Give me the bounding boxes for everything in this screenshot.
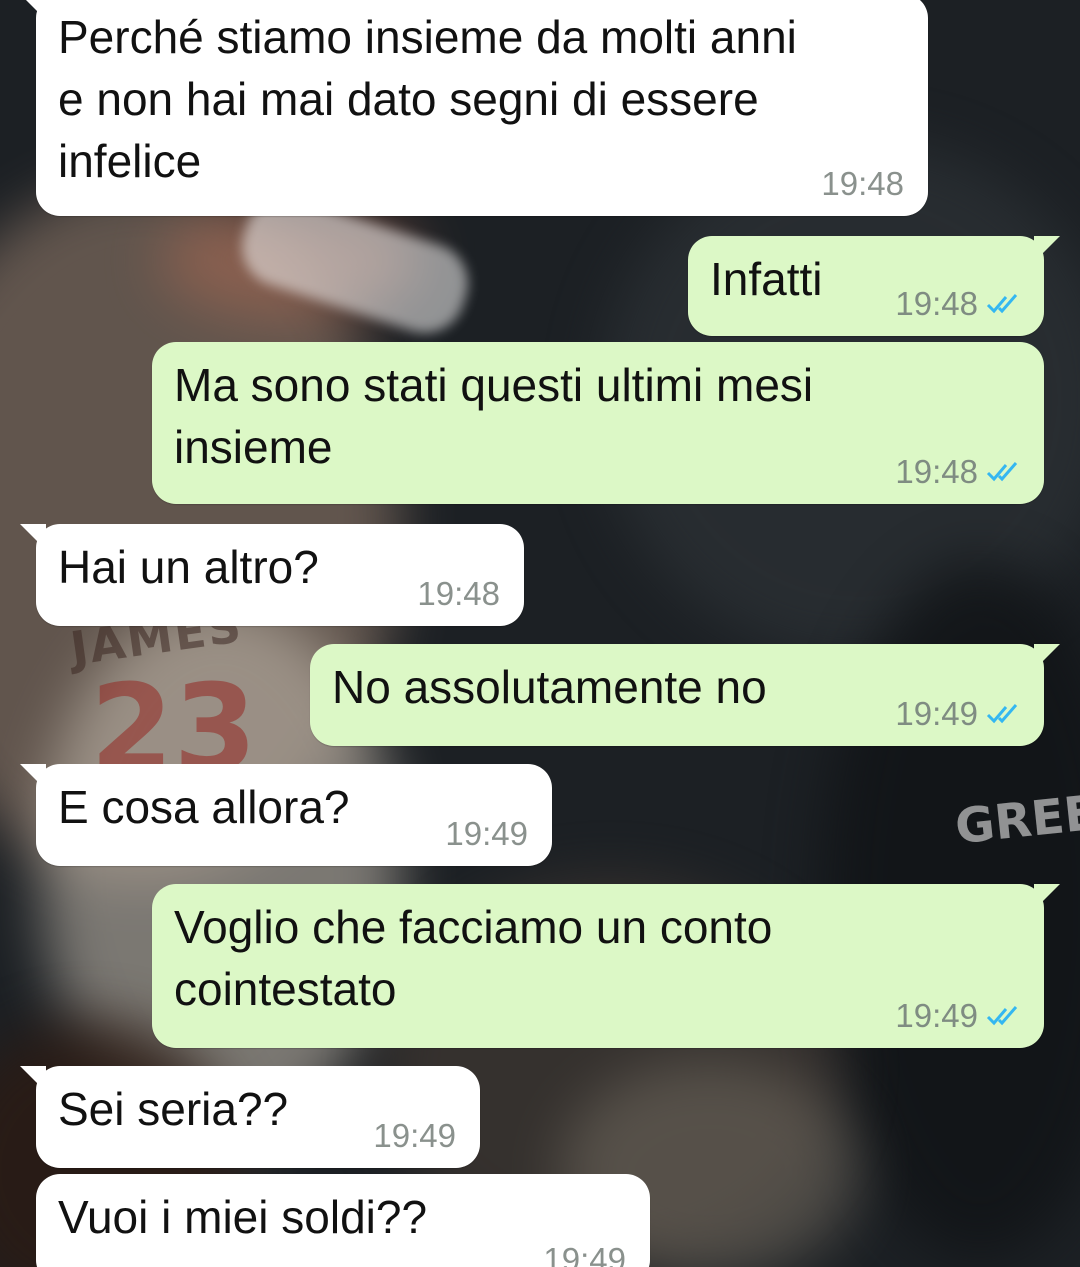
- message-time: 19:48: [895, 285, 978, 322]
- message-outgoing[interactable]: Infatti 19:48: [688, 236, 1060, 336]
- message-text: Vuoi i miei soldi??: [58, 1191, 428, 1243]
- message-text: Perché stiamo insieme da molti anni e no…: [58, 11, 797, 187]
- message-time: 19:48: [417, 575, 500, 612]
- message-incoming[interactable]: Perché stiamo insieme da molti anni e no…: [20, 0, 928, 216]
- message-incoming[interactable]: E cosa allora? 19:49: [20, 764, 552, 866]
- message-time: 19:49: [445, 815, 528, 852]
- message-time: 19:49: [373, 1117, 456, 1154]
- message-incoming[interactable]: Sei seria?? 19:49: [20, 1066, 480, 1168]
- message-meta: 19:48: [895, 286, 1020, 322]
- message-incoming[interactable]: Vuoi i miei soldi?? 19:49: [36, 1174, 650, 1267]
- message-outgoing[interactable]: Voglio che facciamo un conto cointestato…: [152, 884, 1060, 1048]
- message-time: 19:48: [895, 453, 978, 490]
- double-check-read-icon: [986, 294, 1018, 314]
- message-time: 19:49: [895, 695, 978, 732]
- message-meta: 19:49: [895, 998, 1020, 1034]
- message-meta: 19:49: [373, 1118, 456, 1154]
- message-meta: 19:48: [821, 166, 904, 202]
- message-meta: 19:48: [895, 454, 1020, 490]
- double-check-read-icon: [986, 462, 1018, 482]
- double-check-read-icon: [986, 1006, 1018, 1026]
- message-list[interactable]: Perché stiamo insieme da molti anni e no…: [0, 0, 1080, 1267]
- message-time: 19:49: [543, 1241, 626, 1267]
- message-outgoing[interactable]: Ma sono stati questi ultimi mesi insieme…: [152, 342, 1044, 504]
- message-meta: 19:49: [895, 696, 1020, 732]
- message-meta: 19:48: [417, 576, 500, 612]
- message-meta: 19:49: [543, 1242, 626, 1267]
- message-meta: 19:49: [445, 816, 528, 852]
- double-check-read-icon: [986, 704, 1018, 724]
- message-time: 19:49: [895, 997, 978, 1034]
- message-outgoing[interactable]: No assolutamente no 19:49: [310, 644, 1060, 746]
- message-time: 19:48: [821, 165, 904, 202]
- message-incoming[interactable]: Hai un altro? 19:48: [20, 524, 524, 626]
